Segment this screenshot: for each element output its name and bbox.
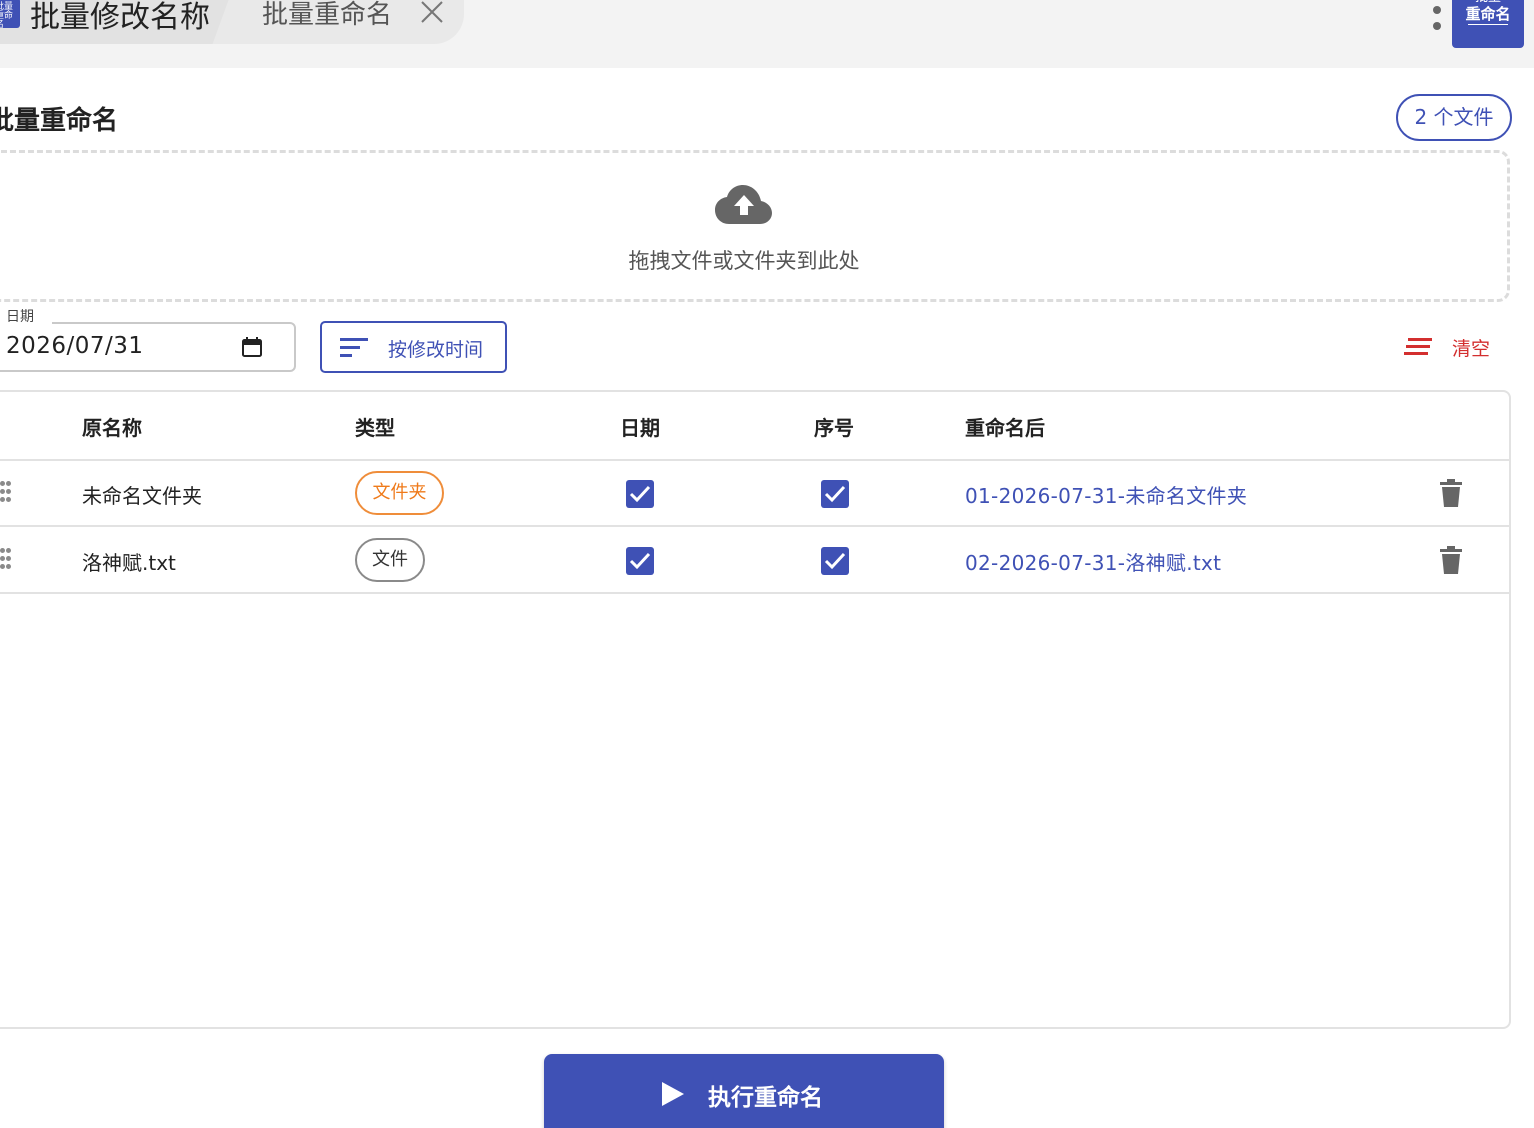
renamed-preview: 01-2026-07-31-未命名文件夹 [965,484,1248,508]
seq-checkbox[interactable] [821,547,849,575]
column-header-type: 类型 [355,416,395,440]
original-name: 洛神赋.txt [82,551,176,575]
header-divider [0,459,1510,461]
calendar-icon[interactable] [240,335,264,359]
sort-by-modified-button[interactable]: 按修改时间 [320,321,507,373]
execute-rename-label: 执行重命名 [708,1085,823,1111]
original-name: 未命名文件夹 [82,484,202,508]
seq-checkbox[interactable] [821,480,849,508]
tab-app-logo: 批量重命名 [0,0,20,28]
date-checkbox[interactable] [626,480,654,508]
more-options-icon[interactable] [1430,4,1444,34]
file-count-chip: 2 个文件 [1396,94,1512,141]
execute-rename-button[interactable]: 执行重命名 [544,1054,944,1128]
drag-handle-icon[interactable] [0,481,12,505]
column-header-seq: 序号 [814,416,854,440]
column-header-name: 原名称 [82,416,142,440]
drop-zone-text: 拖拽文件或文件夹到此处 [628,249,860,273]
tab-batch-rename[interactable]: 批量重命名 [262,0,392,31]
type-chip-folder: 文件夹 [355,471,444,515]
date-checkbox[interactable] [626,547,654,575]
clear-button[interactable]: 清空 [1398,330,1502,364]
column-header-renamed: 重命名后 [965,416,1045,440]
type-chip-file: 文件 [355,538,425,582]
date-value[interactable]: 2026/07/31 [6,333,144,359]
row-divider [0,525,1510,527]
clear-all-icon [1404,338,1432,355]
app-logo: 批量 重命名 [1452,0,1524,48]
tab-bar: 批量重命名 批量修改名称 批量重命名 批量 重命名 [0,0,1534,68]
app-logo-underline [1468,24,1508,25]
close-icon[interactable] [418,0,446,26]
drag-handle-icon[interactable] [0,548,12,572]
play-icon [662,1082,684,1106]
app-logo-line2: 重命名 [1465,5,1511,23]
row-divider [0,592,1510,594]
delete-icon[interactable] [1440,479,1462,507]
checkmark-icon [629,552,651,570]
checkmark-icon [824,552,846,570]
page-title: 批量重命名 [0,106,119,136]
tab-batch-edit-names[interactable]: 批量修改名称 [30,0,210,36]
date-field-label: 日期 [0,306,52,328]
delete-icon[interactable] [1440,546,1462,574]
sort-button-label: 按修改时间 [388,339,484,361]
renamed-preview: 02-2026-07-31-洛神赋.txt [965,551,1222,575]
file-table [0,390,1511,1029]
cloud-upload-icon [715,185,772,224]
clear-button-label: 清空 [1452,338,1491,360]
sort-icon [340,338,368,357]
column-header-date: 日期 [620,416,660,440]
checkmark-icon [824,485,846,503]
checkmark-icon [629,485,651,503]
